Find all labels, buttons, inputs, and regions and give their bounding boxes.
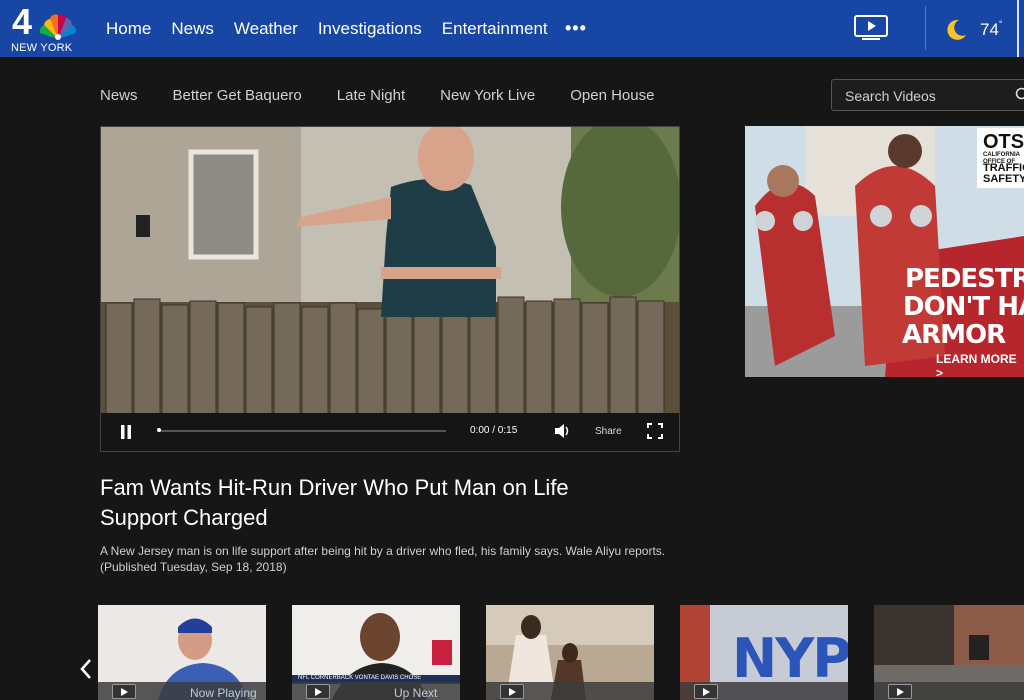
ad-brand: OTS CALIFORNIA OFFICE OF — [983, 131, 1024, 165]
play-icon[interactable] — [306, 684, 330, 699]
ad-headline-line-3: ARMOR — [902, 320, 1006, 350]
thumbnail-status: Now Playing — [190, 686, 257, 700]
main-nav: Home News Weather Investigations Enterta… — [106, 19, 568, 39]
peacock-icon — [39, 14, 77, 40]
progress-knob[interactable] — [157, 428, 161, 432]
video-thumbnail[interactable] — [486, 605, 654, 700]
play-icon[interactable] — [694, 684, 718, 699]
edge-divider — [1017, 0, 1019, 57]
play-icon[interactable] — [112, 684, 136, 699]
ad-headline-line-1: PEDESTRIANS — [905, 264, 1024, 294]
play-icon[interactable] — [500, 684, 524, 699]
video-carousel: Now Playing NFL CORNERBACK VONTAE DAVIS … — [0, 605, 1024, 700]
ellipsis-icon[interactable]: ••• — [565, 18, 587, 39]
subnav-item-late-night[interactable]: Late Night — [337, 87, 405, 104]
video-thumbnail[interactable] — [874, 605, 1024, 700]
subnav-item-new-york-live[interactable]: New York Live — [440, 87, 535, 104]
nav-item-news[interactable]: News — [171, 19, 214, 39]
subnav-item-better-get-baquero[interactable]: Better Get Baquero — [173, 87, 302, 104]
subnav-item-open-house[interactable]: Open House — [570, 87, 654, 104]
time-display: 0:00 / 0:15 — [470, 425, 518, 436]
thumbnail-caption: NFL CORNERBACK VONTAE DAVIS CHOSE — [298, 675, 422, 681]
volume-icon[interactable] — [554, 423, 572, 439]
video-player[interactable]: 0:00 / 0:15 Share — [100, 126, 680, 452]
fullscreen-icon[interactable] — [647, 423, 663, 439]
moon-icon — [947, 19, 966, 40]
ad-headline-line-2: DON'T HAVE — [903, 292, 1024, 322]
logo-number: 4 — [12, 1, 33, 42]
search-placeholder: Search Videos — [845, 88, 936, 104]
nbc4-logo[interactable]: 4 NEW YORK — [10, 1, 82, 55]
top-bar: 4 NEW YORK Home News Weather Investigati… — [0, 0, 1024, 57]
thumbnail-caption: NYPD — [732, 627, 848, 690]
video-frame — [101, 127, 679, 417]
nav-item-weather[interactable]: Weather — [234, 19, 298, 39]
video-thumbnail[interactable]: NFL CORNERBACK VONTAE DAVIS CHOSE Up Nex… — [292, 605, 460, 700]
temperature[interactable]: 74° — [980, 19, 1003, 40]
pause-icon[interactable] — [120, 425, 132, 439]
share-button[interactable]: Share — [595, 426, 622, 437]
nav-item-investigations[interactable]: Investigations — [318, 19, 422, 39]
ad-brand-lines: TRAFFICSAFETY — [983, 162, 1024, 185]
nav-item-home[interactable]: Home — [106, 19, 151, 39]
video-thumbnail[interactable]: Now Playing — [98, 605, 266, 700]
divider — [925, 6, 926, 50]
video-category-nav: News Better Get Baquero Late Night New Y… — [100, 87, 689, 104]
video-description: A New Jersey man is on life support afte… — [100, 544, 666, 574]
video-thumbnail[interactable]: NYPD — [680, 605, 848, 700]
logo-city: NEW YORK — [11, 42, 73, 54]
tv-play-icon[interactable] — [854, 15, 888, 41]
search-input[interactable]: Search Videos — [831, 79, 1024, 111]
ad-learn-more-link[interactable]: LEARN MORE > — [936, 352, 1024, 377]
video-headline: Fam Wants Hit-Run Driver Who Put Man on … — [100, 475, 569, 530]
play-icon[interactable] — [888, 684, 912, 699]
thumbnail-status: Up Next — [394, 686, 438, 700]
subnav-item-news[interactable]: News — [100, 87, 138, 104]
ad-banner[interactable]: OTSCALIFORNIA OFFICE OF TRAFFICSAFETY PE… — [745, 126, 1024, 377]
progress-track[interactable] — [158, 430, 446, 432]
nav-item-entertainment[interactable]: Entertainment — [442, 19, 548, 39]
player-controls: 0:00 / 0:15 Share — [101, 413, 679, 451]
search-icon[interactable] — [1015, 87, 1024, 103]
